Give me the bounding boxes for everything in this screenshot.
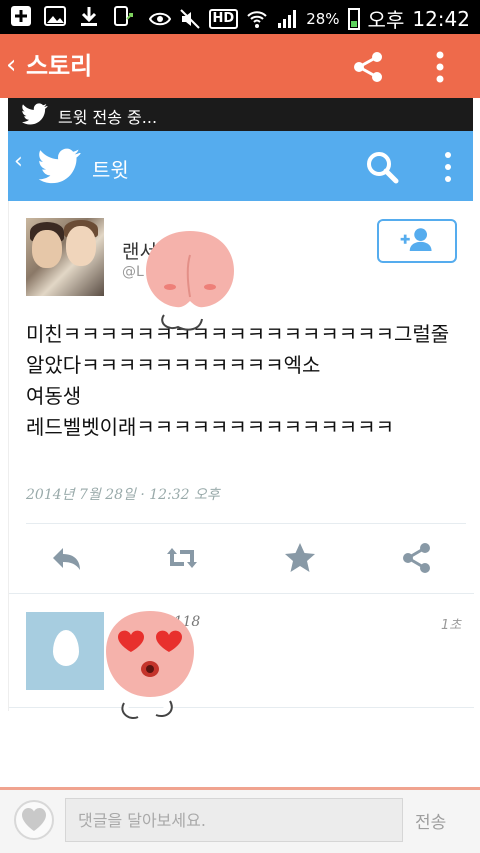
app-bar: ‹ 스토리	[0, 34, 480, 98]
sending-status: 트윗 전송 중...	[58, 108, 158, 127]
like-button[interactable]	[14, 800, 54, 840]
battery-icon	[347, 7, 360, 30]
author-avatar	[26, 218, 104, 296]
twitter-back-icon: ‹	[14, 149, 23, 174]
tweet-share-icon	[403, 543, 430, 573]
sending-bar: 트윗 전송 중...	[8, 98, 473, 131]
tweet-text: 미친ㅋㅋㅋㅋㅋㅋㅋㅋㅋㅋㅋㅋㅋㅋㅋㅋㅋㅋ그럴줄 알았다ㅋㅋㅋㅋㅋㅋㅋㅋㅋㅋㅋ엑소…	[26, 322, 450, 439]
share-icon[interactable]	[350, 49, 386, 85]
add-user-icon	[400, 228, 432, 251]
signal-icon	[278, 9, 297, 28]
peach-sticker	[146, 231, 234, 331]
page-title: 스토리	[26, 52, 93, 80]
tweet-actions	[9, 536, 474, 581]
twitter-bird-icon	[22, 103, 48, 125]
twitter-more-icon	[445, 152, 451, 182]
divider	[9, 593, 474, 594]
gallery-icon	[44, 6, 66, 26]
status-bar: HD 28% 오후 12:42	[0, 0, 480, 34]
send-button[interactable]: 전송	[415, 808, 446, 833]
comment-input[interactable]	[65, 798, 403, 842]
battery-percent: 28%	[306, 9, 340, 28]
divider	[26, 523, 466, 524]
twitter-header: ‹ 트윗	[8, 131, 473, 201]
reply-icon	[53, 548, 80, 570]
follow-button	[377, 219, 457, 263]
tweet-date: 2014년 7월 28일 · 12:32 오후	[26, 487, 220, 503]
favorite-star-icon	[285, 543, 315, 572]
hd-voice-badge: HD	[208, 8, 239, 29]
clock-ampm: 오후	[367, 8, 405, 32]
reply-time: 1초	[441, 618, 462, 633]
download-icon	[81, 7, 97, 26]
tweet-detail: 랜서 @L 미친ㅋㅋㅋㅋㅋㅋㅋㅋㅋㅋㅋㅋㅋㅋㅋㅋㅋㅋ그럴줄 알았다ㅋㅋㅋㅋㅋㅋㅋ…	[8, 201, 474, 711]
heart-icon	[22, 808, 46, 831]
reply-avatar-egg	[26, 612, 104, 690]
divider	[9, 707, 474, 708]
mute-icon	[179, 8, 200, 29]
twitter-title: 트윗	[92, 158, 129, 182]
retweet-icon	[167, 548, 197, 568]
add-notification-icon	[11, 6, 31, 26]
comment-bar: 전송	[0, 790, 480, 853]
peach-heart-eyes-sticker	[106, 611, 194, 719]
back-button[interactable]: ‹	[6, 51, 16, 79]
more-options-icon[interactable]	[428, 49, 452, 85]
wifi-icon	[247, 10, 267, 28]
eye-icon	[148, 12, 171, 25]
clock-time: 12:42	[412, 6, 470, 31]
search-icon	[367, 152, 399, 184]
twitter-bird-icon	[38, 148, 81, 184]
update-icon	[114, 6, 133, 26]
